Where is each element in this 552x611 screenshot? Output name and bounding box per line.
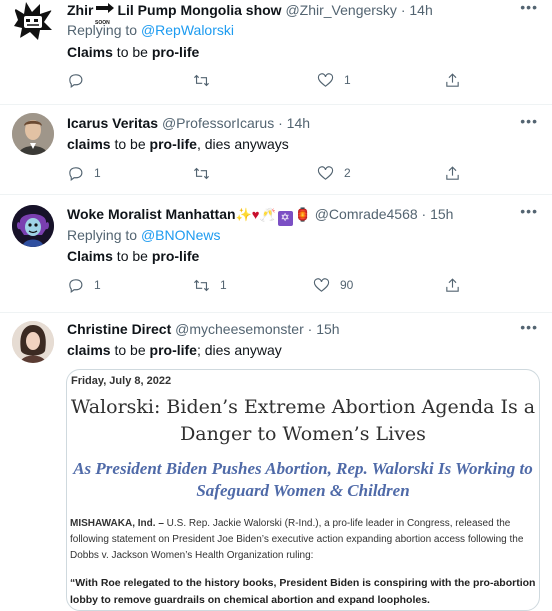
replying-prefix: Replying to (67, 227, 141, 243)
like-count: 90 (340, 278, 354, 292)
handle[interactable]: @ProfessorIcarus (162, 115, 274, 131)
more-icon[interactable]: ••• (520, 113, 538, 129)
avatar[interactable] (12, 205, 54, 247)
text-part: pro-life (149, 342, 197, 358)
reply-button[interactable]: 1 (67, 163, 101, 183)
display-name[interactable]: Zhir (67, 2, 93, 18)
tweet[interactable]: Zhir SOON Lil Pump Mongolia show @Zhir_Ve… (0, 0, 552, 105)
text-part: claims (67, 136, 111, 152)
tweet[interactable]: Woke Moralist Manhattan✨♥🥂 ✡ 🏮 @Comrade456… (0, 194, 552, 313)
separator-dot: · (421, 206, 427, 222)
text-part: to be (112, 248, 152, 264)
retweet-button[interactable] (193, 70, 220, 90)
display-name-suffix[interactable]: Lil Pump Mongolia show (117, 2, 281, 18)
release-quote: “With Roe relegated to the history books… (70, 577, 536, 606)
text-part: pro-life (149, 136, 197, 152)
reply-icon (69, 73, 83, 88)
tweet-header: Zhir SOON Lil Pump Mongolia show @Zhir_Ve… (67, 1, 433, 26)
replying-to: Replying to @BNONews (67, 226, 221, 244)
reply-button[interactable] (67, 70, 94, 90)
text-part: Claims (67, 248, 113, 264)
release-subheadline: As President Biden Pushes Abortion, Rep.… (73, 459, 533, 500)
retweet-button[interactable]: 1 (193, 275, 227, 295)
retweet-count: 1 (220, 278, 227, 292)
release-paragraph: MISHAWAKA, Ind. – U.S. Rep. Jackie Walor… (70, 516, 532, 564)
display-name[interactable]: Woke Moralist Manhattan (67, 206, 236, 222)
share-icon (446, 277, 459, 292)
retweet-icon (194, 74, 209, 86)
avatar[interactable] (12, 0, 54, 42)
text-part: claims (67, 342, 111, 358)
like-button[interactable]: 2 (317, 163, 351, 183)
more-icon[interactable]: ••• (520, 0, 538, 15)
release-headline: Walorski: Biden’s Extreme Abortion Agend… (70, 396, 536, 445)
retweet-icon (194, 167, 209, 179)
reply-count: 1 (94, 166, 101, 180)
reply-icon (69, 278, 83, 293)
display-name[interactable]: Icarus Veritas (67, 115, 158, 131)
handle[interactable]: @Comrade4568 (315, 206, 418, 222)
sparkles-icon: ✨ (235, 207, 252, 222)
media-card[interactable]: Friday, July 8, 2022 Walorski: Biden’s E… (66, 369, 540, 611)
like-button[interactable]: 1 (317, 70, 351, 90)
reply-icon (69, 166, 83, 181)
share-button[interactable] (444, 70, 461, 90)
name-emojis: ✨♥🥂 ✡ 🏮 (235, 207, 311, 226)
reply-target-link[interactable]: @BNONews (141, 227, 221, 243)
handle[interactable]: @Zhir_Vengersky (285, 2, 396, 18)
tweet-header: Woke Moralist Manhattan✨♥🥂 ✡ 🏮 @Comrade456… (67, 205, 453, 226)
like-icon (317, 72, 334, 87)
lantern-icon: 🏮 (294, 207, 311, 222)
like-icon (317, 165, 334, 180)
star-of-david-icon: ✡ (277, 211, 293, 226)
avatar[interactable] (12, 113, 54, 155)
dateline: MISHAWAKA, Ind. – (70, 518, 164, 529)
share-button[interactable] (444, 163, 461, 183)
text-part: to be (110, 342, 150, 358)
handle[interactable]: @mycheesemonster (175, 321, 304, 337)
tweet-text: Claims to be pro-life (67, 43, 199, 61)
tweet[interactable]: Icarus Veritas @ProfessorIcarus · 14h ••… (0, 104, 552, 195)
tweet-text: claims to be pro-life, dies anyways (67, 135, 289, 153)
text-part: Claims (67, 44, 113, 60)
separator-dot: · (278, 115, 283, 131)
share-icon (446, 72, 459, 87)
retweet-icon (194, 279, 209, 291)
timestamp[interactable]: 15h (316, 321, 339, 337)
clinking-glasses-icon: 🥂 (259, 207, 276, 222)
like-icon (313, 277, 330, 292)
text-part: ; dies anyway (196, 342, 282, 358)
reply-button[interactable]: 1 (67, 275, 101, 295)
share-icon (446, 165, 459, 180)
tweet-header: Icarus Veritas @ProfessorIcarus · 14h (67, 114, 310, 132)
text-part: to be (112, 44, 152, 60)
tweet-text: claims to be pro-life; dies anyway (67, 341, 282, 359)
share-button[interactable] (444, 275, 461, 295)
timestamp[interactable]: 14h (409, 2, 432, 18)
like-count: 1 (344, 73, 351, 87)
replying-prefix: Replying to (67, 22, 141, 38)
timestamp[interactable]: 14h (287, 115, 310, 131)
text-part: pro-life (151, 44, 200, 60)
more-icon[interactable]: ••• (520, 319, 538, 335)
reply-count: 1 (94, 278, 101, 292)
separator-dot: · (400, 2, 406, 18)
tweet-header: Christine Direct @mycheesemonster · 15h (67, 320, 340, 338)
tweet-text: Claims to be pro-life (67, 247, 199, 265)
release-date: Friday, July 8, 2022 (71, 375, 172, 387)
text-part: , dies anyways (196, 136, 289, 152)
timestamp[interactable]: 15h (430, 206, 453, 222)
replying-to: Replying to @RepWalorski (67, 21, 234, 39)
like-count: 2 (344, 166, 351, 180)
separator-dot: · (307, 321, 313, 337)
text-part: pro-life (151, 248, 200, 264)
retweet-button[interactable] (193, 163, 220, 183)
like-button[interactable]: 90 (313, 275, 353, 295)
display-name[interactable]: Christine Direct (67, 321, 171, 337)
avatar[interactable] (12, 321, 54, 363)
text-part: to be (110, 136, 150, 152)
more-icon[interactable]: ••• (520, 203, 538, 219)
reply-target-link[interactable]: @RepWalorski (141, 22, 234, 38)
